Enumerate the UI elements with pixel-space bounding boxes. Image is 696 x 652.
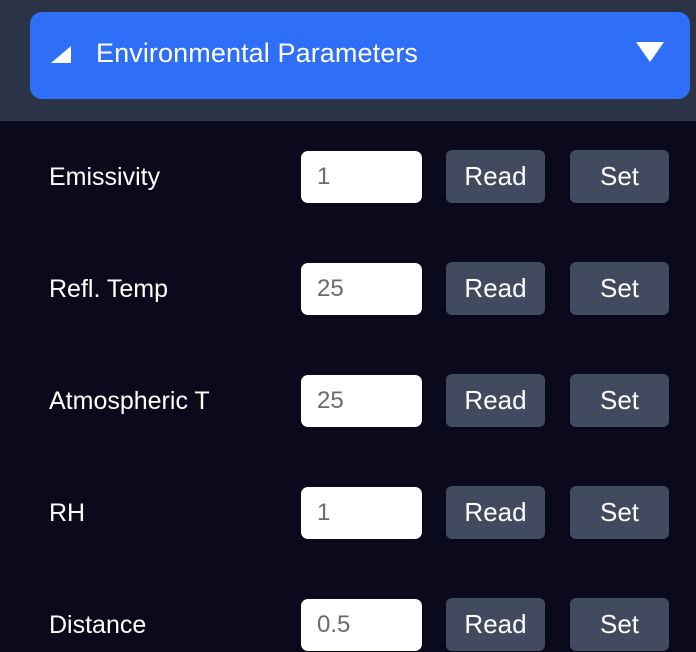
atmospheric-t-label: Atmospheric T xyxy=(49,387,210,415)
set-distance-button[interactable]: Set xyxy=(570,598,669,651)
refl-temp-input[interactable] xyxy=(301,263,422,315)
set-rh-button[interactable]: Set xyxy=(570,486,669,539)
distance-label: Distance xyxy=(49,611,147,639)
set-refl-temp-button[interactable]: Set xyxy=(570,262,669,315)
rh-input[interactable] xyxy=(301,487,422,539)
set-atmospheric-t-button[interactable]: Set xyxy=(570,374,669,427)
triangle-up-left-icon xyxy=(51,46,71,63)
rh-label: RH xyxy=(49,499,86,527)
parameter-row-refl-temp: Refl. Temp Read Set xyxy=(0,262,696,316)
emissivity-label: Emissivity xyxy=(49,163,161,191)
set-emissivity-button[interactable]: Set xyxy=(570,150,669,203)
distance-input[interactable] xyxy=(301,599,422,651)
parameter-row-distance: Distance Read Set xyxy=(0,598,696,652)
refl-temp-label: Refl. Temp xyxy=(49,275,169,303)
read-distance-button[interactable]: Read xyxy=(446,598,545,651)
parameter-row-atmospheric-t: Atmospheric T Read Set xyxy=(0,374,696,428)
emissivity-input[interactable] xyxy=(301,151,422,203)
read-rh-button[interactable]: Read xyxy=(446,486,545,539)
parameter-row-rh: RH Read Set xyxy=(0,486,696,540)
parameter-row-emissivity: Emissivity Read Set xyxy=(0,150,696,204)
panel-title: Environmental Parameters xyxy=(96,38,419,68)
read-emissivity-button[interactable]: Read xyxy=(446,150,545,203)
read-atmospheric-t-button[interactable]: Read xyxy=(446,374,545,427)
atmospheric-t-input[interactable] xyxy=(301,375,422,427)
read-refl-temp-button[interactable]: Read xyxy=(446,262,545,315)
caret-down-icon[interactable] xyxy=(636,42,664,62)
